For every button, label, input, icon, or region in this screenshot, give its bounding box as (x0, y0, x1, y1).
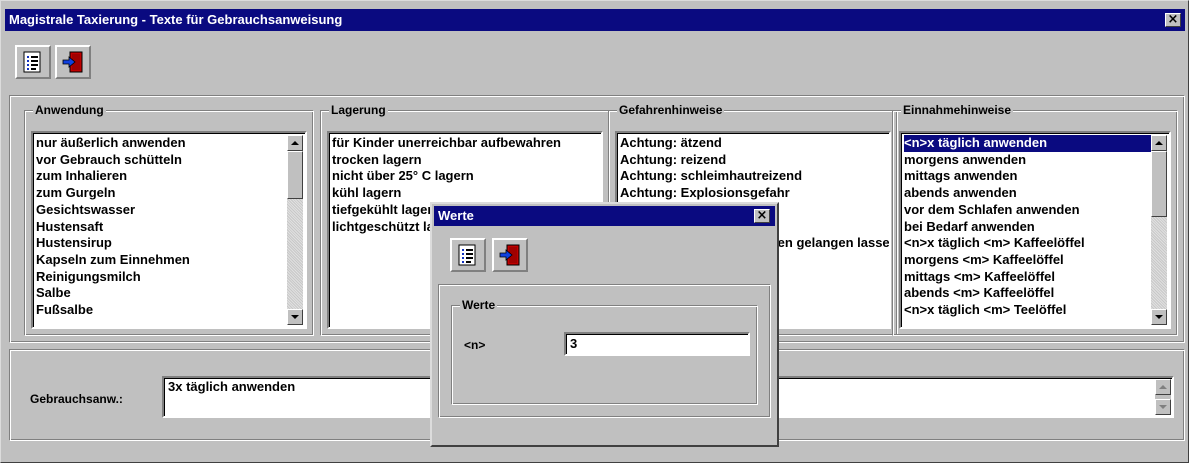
arrow-down-icon (291, 315, 299, 319)
list-item[interactable]: Kapseln zum Einnehmen (36, 252, 305, 269)
list-item[interactable]: Achtung: reizend (620, 152, 889, 169)
scroll-up-button[interactable] (1151, 135, 1167, 151)
list-item[interactable]: Gesichtswasser (36, 202, 305, 219)
window-close-button[interactable]: × (1165, 13, 1181, 27)
list-item[interactable]: nicht über 25° C lagern (332, 168, 601, 185)
dialog-title: Werte (438, 208, 474, 223)
einnahmehinweise-group: Einnahmehinweise <n>x täglich anwenden mo… (892, 102, 1178, 336)
scroll-down-button[interactable] (1155, 399, 1171, 415)
dialog-panel: Werte <n> 3 (438, 284, 771, 418)
toolbar-list-button[interactable] (15, 45, 51, 79)
gefahrenhinweise-label: Gefahrenhinweise (617, 102, 725, 118)
gebrauchsanweisung-label: Gebrauchsanw.: (30, 392, 123, 406)
exit-door-icon (499, 244, 520, 266)
list-item[interactable]: Fußsalbe (36, 302, 305, 319)
einnahmehinweise-listbox[interactable]: <n>x täglich anwenden morgens anwenden mit… (899, 131, 1171, 329)
list-item[interactable]: morgens <m> Kaffeelöffel (904, 252, 1169, 269)
werte-group: Werte <n> 3 (451, 297, 758, 405)
list-item[interactable]: Salbe (36, 285, 305, 302)
list-item[interactable]: <n>x täglich <m> Teelöffel (904, 302, 1169, 319)
list-item[interactable]: zum Gurgeln (36, 185, 305, 202)
dialog-titlebar: Werte (434, 206, 775, 226)
dialog-list-button[interactable] (450, 238, 486, 272)
window-title: Magistrale Taxierung - Texte für Gebrauc… (9, 12, 343, 27)
dialog-close-button[interactable]: × (754, 209, 770, 223)
list-item[interactable]: Reinigungsmilch (36, 269, 305, 286)
list-item[interactable]: Hustensirup (36, 235, 305, 252)
arrow-down-icon (1159, 405, 1167, 409)
arrow-up-icon (291, 141, 299, 145)
exit-door-icon (62, 51, 83, 73)
document-list-icon (23, 51, 41, 73)
einnahmehinweise-label: Einnahmehinweise (901, 102, 1014, 118)
anwendung-scrollbar[interactable] (287, 135, 303, 325)
scroll-thumb[interactable] (1151, 151, 1167, 217)
anwendung-group: Anwendung nur äußerlich anwenden vor Gebr… (24, 102, 314, 336)
list-item[interactable]: abends <m> Kaffeelöffel (904, 285, 1169, 302)
lagerung-label: Lagerung (329, 102, 388, 118)
document-list-icon (458, 244, 476, 266)
list-item[interactable]: nur äußerlich anwenden (36, 135, 305, 152)
werte-dialog: Werte × Werte <n> 3 (430, 202, 779, 447)
werte-group-label: Werte (460, 297, 498, 313)
arrow-up-icon (1155, 141, 1163, 145)
list-item[interactable]: Hustensaft (36, 219, 305, 236)
n-field-label: <n> (464, 338, 486, 352)
list-item[interactable]: bei Bedarf anwenden (904, 219, 1169, 236)
list-item[interactable]: abends anwenden (904, 185, 1169, 202)
list-item[interactable]: zum Inhalieren (36, 168, 305, 185)
window-titlebar: Magistrale Taxierung - Texte für Gebrauc… (5, 9, 1185, 31)
arrow-down-icon (1155, 315, 1163, 319)
list-item[interactable]: mittags anwenden (904, 168, 1169, 185)
list-item[interactable]: vor Gebrauch schütteln (36, 152, 305, 169)
gebrauchsanweisung-text: 3x täglich anwenden (168, 379, 296, 394)
scroll-down-button[interactable] (287, 309, 303, 325)
list-item[interactable]: Achtung: Explosionsgefahr (620, 185, 889, 202)
scroll-up-button[interactable] (1155, 379, 1171, 395)
list-item[interactable]: kühl lagern (332, 185, 601, 202)
anwendung-listbox[interactable]: nur äußerlich anwenden vor Gebrauch schüt… (31, 131, 307, 329)
list-item[interactable]: für Kinder unerreichbar aufbewahren (332, 135, 601, 152)
einnahmehinweise-list: <n>x täglich anwenden morgens anwenden mit… (901, 133, 1169, 319)
list-item[interactable]: Achtung: ätzend (620, 135, 889, 152)
close-icon: × (1167, 12, 1179, 27)
toolbar-exit-button[interactable] (55, 45, 91, 79)
arrow-up-icon (1159, 385, 1167, 389)
n-value-input[interactable]: 3 (564, 332, 750, 356)
anwendung-label: Anwendung (33, 102, 106, 118)
n-value-text: 3 (570, 336, 578, 351)
einnahmehinweise-scrollbar[interactable] (1151, 135, 1167, 325)
close-icon: × (756, 208, 768, 223)
dialog-exit-button[interactable] (492, 238, 528, 272)
list-item[interactable]: Achtung: schleimhautreizend (620, 168, 889, 185)
list-item[interactable]: <n>x täglich <m> Kaffeelöffel (904, 235, 1169, 252)
list-item[interactable]: trocken lagern (332, 152, 601, 169)
textarea-scrollbar[interactable] (1155, 379, 1171, 415)
list-item[interactable]: vor dem Schlafen anwenden (904, 202, 1169, 219)
list-item[interactable]: mittags <m> Kaffeelöffel (904, 269, 1169, 286)
anwendung-list: nur äußerlich anwenden vor Gebrauch schüt… (33, 133, 305, 319)
scroll-down-button[interactable] (1151, 309, 1167, 325)
scroll-up-button[interactable] (287, 135, 303, 151)
list-item[interactable]: morgens anwenden (904, 152, 1169, 169)
scroll-thumb[interactable] (287, 151, 303, 199)
list-item[interactable]: <n>x täglich anwenden (904, 135, 1167, 152)
